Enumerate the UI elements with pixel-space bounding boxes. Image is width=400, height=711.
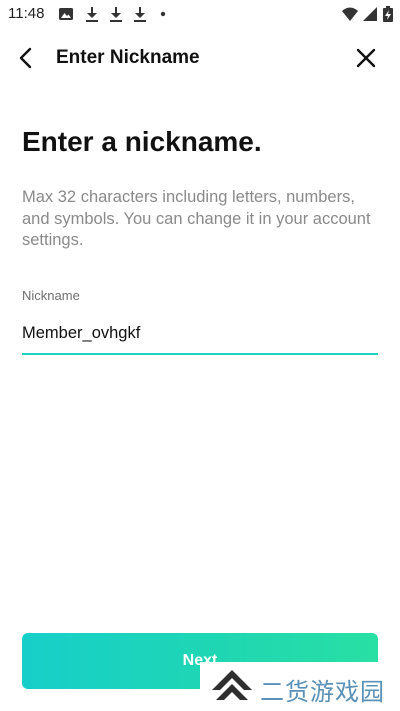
download-icon — [108, 6, 124, 22]
close-icon — [356, 48, 376, 68]
app-bar: Enter Nickname — [0, 36, 400, 80]
download-icon — [84, 6, 100, 22]
description-text: Max 32 characters including letters, num… — [22, 188, 371, 249]
dot-icon — [158, 6, 174, 22]
input-underline — [22, 353, 378, 355]
image-icon — [58, 6, 74, 22]
nickname-input[interactable] — [22, 316, 377, 350]
headline: Enter a nickname. — [22, 126, 262, 157]
cellular-signal-icon — [362, 6, 378, 22]
download-icon — [132, 6, 148, 22]
watermark: 二货游戏园 — [200, 662, 400, 711]
chevron-left-icon — [19, 47, 32, 69]
wifi-icon — [342, 6, 358, 22]
status-bar: 11:48 — [0, 0, 400, 28]
page-title: Enter Nickname — [56, 47, 200, 68]
back-button[interactable] — [12, 44, 40, 72]
watermark-logo-icon — [212, 670, 252, 700]
watermark-text: 二货游戏园 — [260, 679, 385, 706]
close-button[interactable] — [352, 44, 380, 72]
nickname-label: Nickname — [22, 288, 80, 303]
status-time: 11:48 — [8, 5, 45, 22]
battery-charging-icon — [382, 6, 394, 22]
